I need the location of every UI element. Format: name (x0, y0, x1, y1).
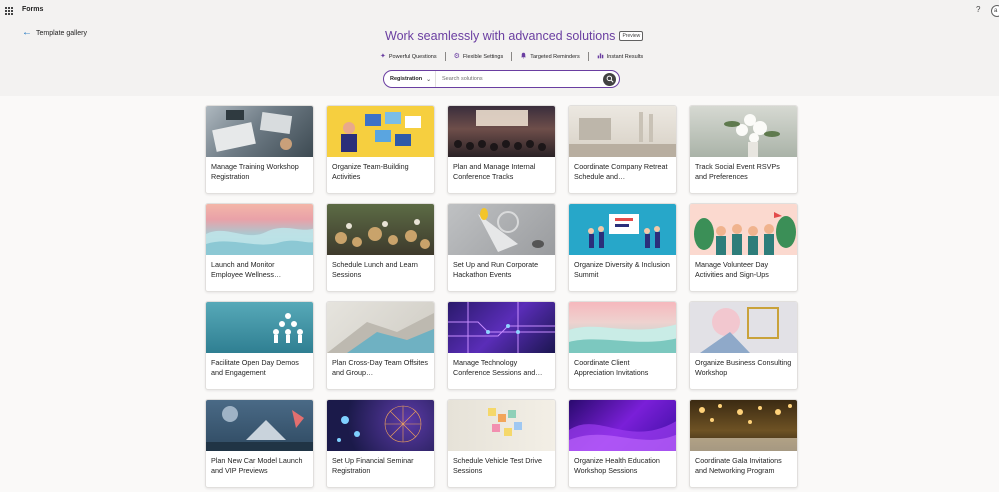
template-thumbnail (448, 204, 555, 255)
template-title: Organize Business Consulting Workshop (695, 358, 792, 377)
template-card[interactable]: Manage Volunteer Day Activities and Sign… (689, 203, 798, 292)
bell-icon (520, 52, 527, 61)
help-icon[interactable]: ? (976, 5, 980, 14)
template-title: Plan Cross-Day Team Offsites and Group… (332, 358, 428, 377)
template-title: Set Up Financial Seminar Registration (332, 456, 414, 475)
template-thumbnail (569, 302, 676, 353)
avatar[interactable]: a (991, 5, 999, 17)
search-button[interactable] (603, 72, 616, 86)
template-title: Facilitate Open Day Demos and Engagement (211, 358, 299, 377)
template-thumbnail (690, 302, 797, 353)
template-card[interactable]: Organize Health Education Workshop Sessi… (568, 399, 677, 488)
template-card[interactable]: Coordinate Client Appreciation Invitatio… (568, 301, 677, 390)
back-arrow-icon: ← (22, 27, 32, 38)
feature-powerful-questions: ✦ Powerful Questions (372, 53, 445, 60)
template-thumbnail (327, 302, 434, 353)
chevron-down-icon: ⌄ (426, 76, 432, 83)
template-title: Coordinate Client Appreciation Invitatio… (574, 358, 649, 377)
template-title: Launch and Monitor Employee Wellness… (211, 260, 282, 279)
top-bar: Forms ? a (0, 0, 999, 24)
search-bar: Registration ⌄ (383, 70, 620, 88)
gear-icon: ⚙ (453, 53, 460, 60)
chart-icon (597, 52, 604, 61)
feature-label: Powerful Questions (388, 53, 437, 60)
feature-instant-results: Instant Results (589, 52, 651, 61)
template-card[interactable]: Set Up and Run Corporate Hackathon Event… (447, 203, 556, 292)
feature-label: Flexible Settings (462, 53, 504, 60)
template-title: Coordinate Company Retreat Schedule and… (574, 162, 668, 181)
template-title: Manage Technology Conference Sessions an… (453, 358, 543, 377)
template-title: Manage Training Workshop Registration (211, 162, 299, 181)
template-card[interactable]: Coordinate Company Retreat Schedule and… (568, 105, 677, 194)
template-thumbnail (690, 400, 797, 451)
template-title: Organize Health Education Workshop Sessi… (574, 456, 660, 475)
template-title: Track Social Event RSVPs and Preferences (695, 162, 780, 181)
preview-badge: Preview (619, 31, 644, 41)
feature-label: Instant Results (606, 53, 644, 60)
template-thumbnail (206, 204, 313, 255)
template-card[interactable]: Track Social Event RSVPs and Preferences (689, 105, 798, 194)
template-card[interactable]: Organize Diversity & Inclusion Summit (568, 203, 677, 292)
template-card[interactable]: Organize Team-Building Activities (326, 105, 435, 194)
template-thumbnail (569, 204, 676, 255)
template-title: Set Up and Run Corporate Hackathon Event… (453, 260, 539, 279)
template-card[interactable]: Plan Cross-Day Team Offsites and Group… (326, 301, 435, 390)
feature-label: Targeted Reminders (530, 53, 580, 60)
back-label: Template gallery (36, 29, 87, 37)
template-thumbnail (327, 106, 434, 157)
template-thumbnail (206, 106, 313, 157)
template-thumbnail (569, 106, 676, 157)
template-card[interactable]: Facilitate Open Day Demos and Engagement (205, 301, 314, 390)
template-thumbnail (206, 400, 313, 451)
template-card[interactable]: Launch and Monitor Employee Wellness… (205, 203, 314, 292)
category-value: Registration (390, 76, 423, 82)
template-thumbnail (448, 400, 555, 451)
app-launcher-icon[interactable] (5, 7, 13, 15)
template-card[interactable]: Set Up Financial Seminar Registration (326, 399, 435, 488)
back-link[interactable]: ← Template gallery (22, 28, 87, 38)
feature-list: ✦ Powerful Questions ⚙ Flexible Settings… (372, 52, 651, 61)
template-thumbnail (690, 204, 797, 255)
category-dropdown[interactable]: Registration ⌄ (384, 71, 436, 87)
sparkle-icon: ✦ (380, 53, 386, 60)
feature-flexible-settings: ⚙ Flexible Settings (446, 53, 512, 60)
page-title-text: Work seamlessly with advanced solutions (385, 29, 616, 43)
template-title: Manage Volunteer Day Activities and Sign… (695, 260, 769, 279)
template-thumbnail (569, 400, 676, 451)
template-grid: Manage Training Workshop Registration Or… (205, 105, 798, 488)
template-thumbnail (690, 106, 797, 157)
page-title: Work seamlessly with advanced solutions … (385, 29, 644, 43)
template-title: Coordinate Gala Invitations and Networki… (695, 456, 782, 475)
search-icon (606, 75, 614, 83)
app-name[interactable]: Forms (22, 6, 43, 13)
template-card[interactable]: Plan New Car Model Launch and VIP Previe… (205, 399, 314, 488)
hero-section: ← Template gallery Work seamlessly with … (0, 24, 999, 96)
template-title: Schedule Lunch and Learn Sessions (332, 260, 418, 279)
template-title: Organize Team-Building Activities (332, 162, 409, 181)
template-thumbnail (448, 106, 555, 157)
search-input[interactable] (436, 76, 603, 82)
feature-targeted-reminders: Targeted Reminders (512, 52, 588, 61)
template-title: Organize Diversity & Inclusion Summit (574, 260, 670, 279)
template-card[interactable]: Plan and Manage Internal Conference Trac… (447, 105, 556, 194)
template-card[interactable]: Schedule Vehicle Test Drive Sessions (447, 399, 556, 488)
template-title: Plan and Manage Internal Conference Trac… (453, 162, 536, 181)
template-card[interactable]: Organize Business Consulting Workshop (689, 301, 798, 390)
template-card[interactable]: Coordinate Gala Invitations and Networki… (689, 399, 798, 488)
template-card[interactable]: Manage Training Workshop Registration (205, 105, 314, 194)
template-thumbnail (327, 400, 434, 451)
template-thumbnail (327, 204, 434, 255)
template-title: Plan New Car Model Launch and VIP Previe… (211, 456, 303, 475)
template-title: Schedule Vehicle Test Drive Sessions (453, 456, 542, 475)
template-thumbnail (448, 302, 555, 353)
template-thumbnail (206, 302, 313, 353)
template-card[interactable]: Schedule Lunch and Learn Sessions (326, 203, 435, 292)
template-card[interactable]: Manage Technology Conference Sessions an… (447, 301, 556, 390)
